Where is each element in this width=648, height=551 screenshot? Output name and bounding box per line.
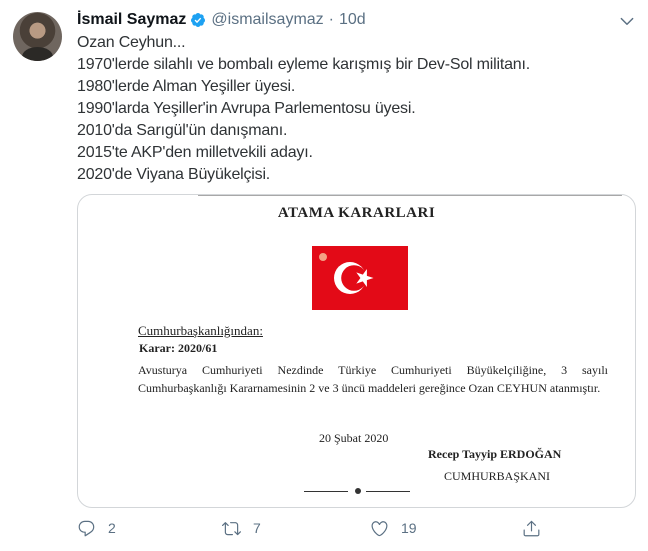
reply-icon bbox=[78, 520, 95, 536]
retweet-count: 7 bbox=[253, 520, 261, 536]
document-title: ATAMA KARARLARI bbox=[277, 205, 436, 221]
reply-count: 2 bbox=[108, 520, 116, 536]
more-options-chevron-icon[interactable] bbox=[618, 12, 636, 30]
decree-number: Karar: 2020/61 bbox=[139, 341, 218, 355]
decree-body: Avusturya Cumhuriyeti Nezdinde Türkiye C… bbox=[138, 363, 608, 395]
document-separator bbox=[304, 486, 414, 496]
document-date: 20 Şubat 2020 bbox=[319, 431, 389, 445]
document-issuer: Cumhurbaşkanlığından: bbox=[138, 323, 263, 338]
meta-separator: · bbox=[328, 11, 334, 28]
retweet-button[interactable]: 7 bbox=[222, 515, 261, 541]
retweet-icon bbox=[222, 521, 241, 535]
tweet-header: İsmail Saymaz @ismailsaymaz · 10d bbox=[77, 9, 366, 31]
signer-title: CUMHURBAŞKANI bbox=[444, 469, 551, 483]
tweet-text: Ozan Ceyhun... 1970'lerde silahlı ve bom… bbox=[77, 34, 530, 183]
verified-badge-icon bbox=[191, 13, 206, 27]
user-handle[interactable]: @ismailsaymaz bbox=[211, 11, 323, 29]
display-name[interactable]: İsmail Saymaz bbox=[77, 11, 186, 29]
tweet-image-card[interactable]: ATAMA KARARLARI Cumhurbaşkanlığından: Ka… bbox=[77, 194, 636, 508]
reply-button[interactable]: 2 bbox=[77, 515, 116, 541]
turkish-flag-icon bbox=[312, 246, 408, 310]
avatar[interactable] bbox=[13, 12, 62, 61]
tweet-actions: 2 7 19 bbox=[77, 515, 637, 541]
share-icon bbox=[523, 520, 540, 536]
share-button[interactable] bbox=[522, 515, 541, 541]
heart-icon bbox=[371, 520, 388, 536]
like-count: 19 bbox=[401, 520, 417, 536]
document-top-rule bbox=[198, 195, 622, 196]
decree-document-image: ATAMA KARARLARI Cumhurbaşkanlığından: Ka… bbox=[78, 195, 635, 507]
signer-name: Recep Tayyip ERDOĞAN bbox=[428, 447, 562, 461]
like-button[interactable]: 19 bbox=[370, 515, 417, 541]
tweet-timestamp[interactable]: 10d bbox=[339, 11, 366, 29]
